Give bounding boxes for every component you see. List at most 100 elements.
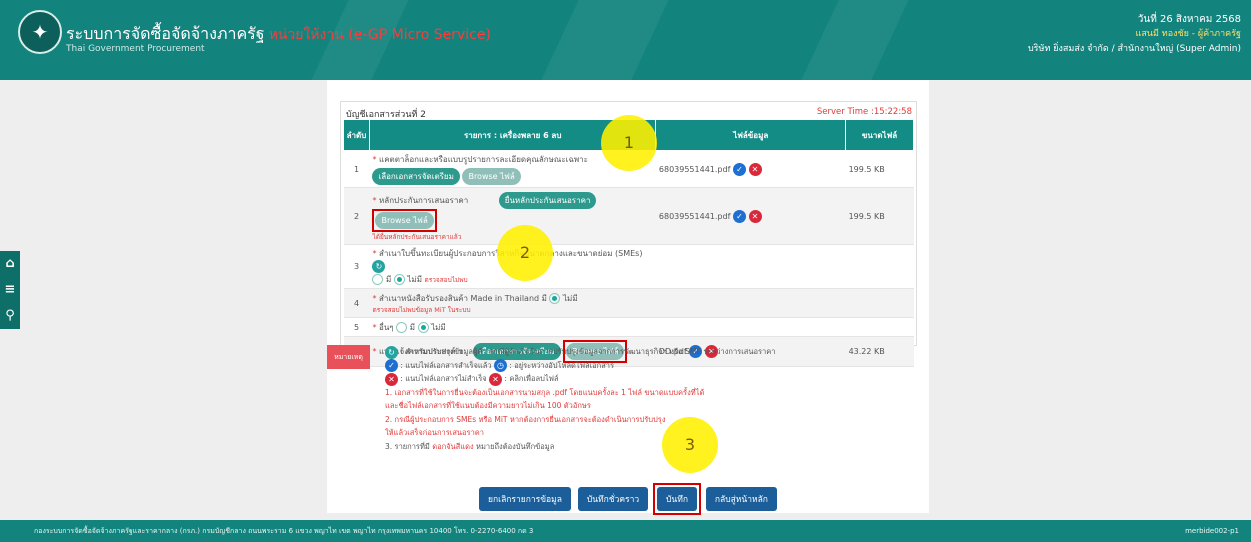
legend-line: ✓ : แนบไฟล์เอกสารสำเร็จแล้ว ◷ : อยู่ระหว… xyxy=(385,359,905,372)
menu-icon[interactable]: ≡ xyxy=(0,277,20,303)
step-marker-3: 3 xyxy=(662,417,718,473)
row-item: * สำเนาหนังสือรับรองสินค้า Made in Thail… xyxy=(369,288,656,318)
highlight-box-1: Browse ไฟล์ xyxy=(372,209,437,232)
radio-yes-label: มี xyxy=(386,275,392,284)
action-bar: ยกเลิกรายการข้อมูล บันทึกชั่วคราว บันทึก… xyxy=(327,483,929,515)
app-title-text: ระบบการจัดซื้อจัดจ้างภาครัฐ xyxy=(66,24,265,43)
remarks-tab: หมายเหตุ xyxy=(327,345,370,369)
required-asterisk: * xyxy=(372,347,377,356)
legend-text: : คลิกเพื่อลบไฟล์ xyxy=(504,374,559,383)
garuda-logo-icon[interactable]: ✦ xyxy=(18,10,62,54)
required-asterisk: * xyxy=(372,196,377,205)
legend-text: : อยู่ระหว่างอัปโหลดไฟล์เอกสาร xyxy=(509,360,615,370)
table-row: 2 * หลักประกันการเสนอราคา ยื่นหลักประกัน… xyxy=(343,187,914,245)
row-size xyxy=(845,317,914,337)
radio-yes[interactable] xyxy=(372,274,384,285)
col-no: ลำดับ xyxy=(343,119,370,151)
radio-no[interactable] xyxy=(549,292,561,304)
radio-no-label: ไม่มี xyxy=(407,275,422,284)
check-icon: ✓ xyxy=(732,209,746,223)
home-icon[interactable]: ⌂ xyxy=(0,251,20,277)
legend-text: หมายถึงต้องบันทึกข้อมูล xyxy=(476,441,555,451)
check-icon: ✓ xyxy=(732,162,746,176)
row-file: 68039551441.pdf ✓ ✕ xyxy=(655,187,846,245)
row-no: 1 xyxy=(343,150,370,188)
row-file xyxy=(655,288,846,318)
cancel-button[interactable]: ยกเลิกรายการข้อมูล xyxy=(479,487,571,511)
row-no: 4 xyxy=(343,288,370,318)
row-file xyxy=(655,317,846,337)
current-date: วันที่ 26 สิงหาคม 2568 xyxy=(1137,14,1241,25)
file-link[interactable]: 68039551441.pdf xyxy=(659,212,731,221)
user-org: บริษัท ยิ่งสมส่ง จำกัด / สำนักงานใหญ่ (S… xyxy=(1027,44,1241,54)
legend-line: ↻ : สำหรับปรับปรุงข้อมูลผู้ค้า กรณีผู้ค้… xyxy=(385,345,905,359)
legend-text: : สำหรับปรับปรุงข้อมูลผู้ค้า กรณีผู้ค้าด… xyxy=(400,347,776,356)
user-name[interactable]: แสนมี ทองชัย - ผู้ค้าภาครัฐ xyxy=(1028,27,1241,42)
legend-line: ✕ : แนบไฟล์เอกสารไม่สำเร็จ ✕ : คลิกเพื่อ… xyxy=(385,372,905,386)
side-toolbar: ⌂ ≡ ⚲ xyxy=(0,251,20,329)
legend-note: 1. เอกสารที่ใช้ในการยื่นจะต้องเป็นเอกสาร… xyxy=(385,387,705,397)
step-marker-1: 1 xyxy=(601,115,657,171)
delete-icon[interactable]: ✕ xyxy=(748,209,762,223)
update-info-icon: ↻ xyxy=(385,345,398,359)
user-info: วันที่ 26 สิงหาคม 2568 แสนมี ทองชัย - ผู… xyxy=(1028,12,1241,57)
radio-yes-label: มี xyxy=(409,322,415,332)
legend-note: 3. รายการที่มี ดอกจันสีแดง หมายถึงต้องบั… xyxy=(385,440,905,454)
row-no: 5 xyxy=(343,317,370,337)
clock-icon: ◷ xyxy=(493,359,507,372)
col-file: ไฟล์ข้อมูล xyxy=(655,119,847,151)
legend-text-red: ดอกจันสีแดง xyxy=(432,441,474,451)
select-prepared-doc-button[interactable]: เลือกเอกสารจัดเตรียม xyxy=(372,168,460,185)
server-time: Server Time :15:22:58 xyxy=(816,107,912,117)
back-home-button[interactable]: กลับสู่หน้าหลัก xyxy=(705,487,777,511)
app-subtitle: หน่วยให้งาน (e-GP Micro Service) xyxy=(268,27,491,43)
table-row: 3 * สำเนาใบขึ้นทะเบียนผู้ประกอบการวิสาหก… xyxy=(343,244,914,289)
required-asterisk: * xyxy=(372,155,377,164)
radio-yes-label: มี xyxy=(541,293,547,303)
legend: ↻ : สำหรับปรับปรุงข้อมูลผู้ค้า กรณีผู้ค้… xyxy=(385,345,905,453)
app-header: ✦ ระบบการจัดซื้อจัดจ้างภาครัฐ หน่วยให้งาน… xyxy=(0,0,1251,80)
radio-yes[interactable] xyxy=(396,321,408,333)
save-button[interactable]: บันทึก xyxy=(657,487,697,511)
table-row: 4 * สำเนาหนังสือรับรองสินค้า Made in Tha… xyxy=(343,288,914,318)
required-asterisk: * xyxy=(372,322,377,332)
browse-file-button[interactable]: Browse ไฟล์ xyxy=(462,168,521,185)
row-file: 68039551441.pdf ✓ ✕ xyxy=(655,150,846,188)
row-no: 2 xyxy=(343,187,370,245)
highlight-box-3: บันทึก xyxy=(653,483,701,515)
table-row: 5 * อื่นๆ มี ไม่มี xyxy=(343,317,914,337)
footer-page-id: merbide002-p1 xyxy=(1185,527,1239,535)
row-label: แคตตาล็อกและหรือแบบรูปรายการละเอียดคุณลั… xyxy=(379,155,588,164)
col-size: ขนาดไฟล์ xyxy=(845,119,914,151)
submit-guarantee-button[interactable]: ยื่นหลักประกันเสนอราคา xyxy=(498,192,597,209)
radio-no[interactable] xyxy=(417,321,429,333)
row-label: อื่นๆ xyxy=(379,322,394,332)
row-file xyxy=(655,244,846,289)
delete-icon: ✕ xyxy=(489,372,503,386)
browse-file-button[interactable]: Browse ไฟล์ xyxy=(375,212,434,229)
file-link[interactable]: 68039551441.pdf xyxy=(659,165,731,174)
required-asterisk: * xyxy=(372,249,377,258)
update-info-icon[interactable]: ↻ xyxy=(372,260,386,273)
row-size xyxy=(845,288,914,318)
legend-note: 2. กรณีผู้ประกอบการ SMEs หรือ MiT หากต้อ… xyxy=(385,414,666,424)
row-label: หลักประกันการเสนอราคา xyxy=(379,196,469,205)
search-icon[interactable]: ⚲ xyxy=(0,303,20,329)
legend-text: : แนบไฟล์เอกสารไม่สำเร็จ xyxy=(400,374,487,383)
app-title-en: Thai Government Procurement xyxy=(66,44,205,54)
legend-note: และชื่อไฟล์เอกสารที่ใช้แนบต้องมีความยาวไ… xyxy=(385,401,591,410)
radio-no[interactable] xyxy=(393,274,405,285)
row-no: 3 xyxy=(343,244,370,289)
save-draft-button[interactable]: บันทึกชั่วคราว xyxy=(577,487,649,511)
error-icon: ✕ xyxy=(385,372,398,386)
legend-text: : แนบไฟล์เอกสารสำเร็จแล้ว xyxy=(400,360,492,370)
radio-no-label: ไม่มี xyxy=(563,293,578,303)
row-note: ตรวจสอบไม่พบข้อมูล MiT ในระบบ xyxy=(372,305,471,314)
row-size: 199.5 KB xyxy=(845,187,914,245)
step-marker-2: 2 xyxy=(497,225,553,281)
delete-icon[interactable]: ✕ xyxy=(748,162,762,176)
row-item: * อื่นๆ มี ไม่มี xyxy=(369,317,656,337)
row-size: 199.5 KB xyxy=(845,150,914,188)
radio-no-label: ไม่มี xyxy=(431,322,446,332)
row-note: ตรวจสอบไม่พบ xyxy=(424,276,468,284)
